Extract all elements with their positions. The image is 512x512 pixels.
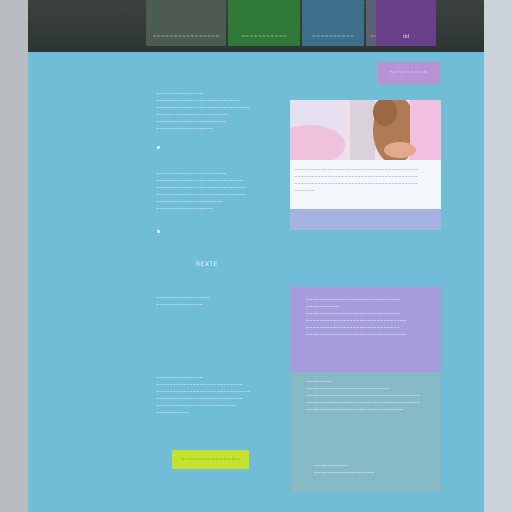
photo-illustration <box>290 100 441 160</box>
top-navigation-bar: ~~~~~~~~~~~~~~~~ ~~~~~~~~~~~ ~~~~~~~~~~ … <box>28 0 484 52</box>
call-to-action-button[interactable]: ~~~~~~~~~~~~~~ <box>172 450 249 469</box>
left-gutter <box>0 0 28 512</box>
bullet-icon <box>157 230 160 233</box>
nav-tab-label: ~~~~~~~~~~~~~~~~ <box>152 34 220 40</box>
nav-tab-5[interactable]: dd <box>376 0 436 46</box>
nav-tab-3[interactable]: ~~~~~~~~~~ <box>302 0 364 46</box>
featured-photo <box>290 100 441 160</box>
middle-text-1: ~~~~~~~~~~~~~~~~ ~~~~~~~~~~~~~~ <box>156 295 210 307</box>
category-badge[interactable]: ~~~~~~~~~ <box>377 62 440 84</box>
nav-tab-1[interactable]: ~~~~~~~~~~~~~~~~ <box>146 0 226 46</box>
intro-text-2: ~~~~~~~~~~~~~~~~~~~~~ ~~~~~~~~~~~~~~~~~~… <box>156 171 247 211</box>
section-heading: REXTE <box>196 261 218 268</box>
intro-text-1: ~~~~~~~~~~~~~~ ~~~~~~~~~~~~~~~~~~~~~~~~~… <box>156 91 250 131</box>
panel-teal-text: ~~~~~~~~ ~~~~~~~~~~~~~~~~~~~~~~~~~ ~~~~~… <box>306 379 420 412</box>
nav-tab-2[interactable]: ~~~~~~~~~~~ <box>228 0 300 46</box>
bullet-icon <box>157 146 160 149</box>
middle-text-2: ~~~~~~~~~~~~~~ ~~~~~~~~~~~~~~~~~~~~~~~~~… <box>156 375 250 415</box>
featured-caption: ~~~~~~~~~~~~~~~~~~~~~~~~~~~~~~~~~~~~~ ~~… <box>294 167 419 193</box>
main-content: ~~~~~~~~~~~~~~ ~~~~~~~~~~~~~~~~~~~~~~~~~… <box>28 52 484 512</box>
nav-tab-label: dd <box>402 34 410 40</box>
nav-tab-label: ~~~~~~~~~~ <box>312 34 354 40</box>
info-panel-teal: ~~~~~~~~ ~~~~~~~~~~~~~~~~~~~~~~~~~ ~~~~~… <box>290 372 441 492</box>
panel-teal-footer: ~~~~~~~~~~ ~~~~~~~~~~~~~~~~~~ <box>314 463 375 475</box>
right-gutter <box>484 0 512 512</box>
cta-label: ~~~~~~~~~~~~~~ <box>181 456 240 463</box>
badge-label: ~~~~~~~~~ <box>389 70 428 76</box>
panel-purple-text: ~~~~~~~~~~~~~~~~~~~~~~~~~~~~ ~~~~~~~~~~ … <box>306 297 407 337</box>
featured-card-footer <box>290 209 441 230</box>
nav-tab-label: ~~~~~~~~~~~ <box>240 34 288 40</box>
info-panel-purple: ~~~~~~~~~~~~~~~~~~~~~~~~~~~~ ~~~~~~~~~~ … <box>290 286 441 372</box>
